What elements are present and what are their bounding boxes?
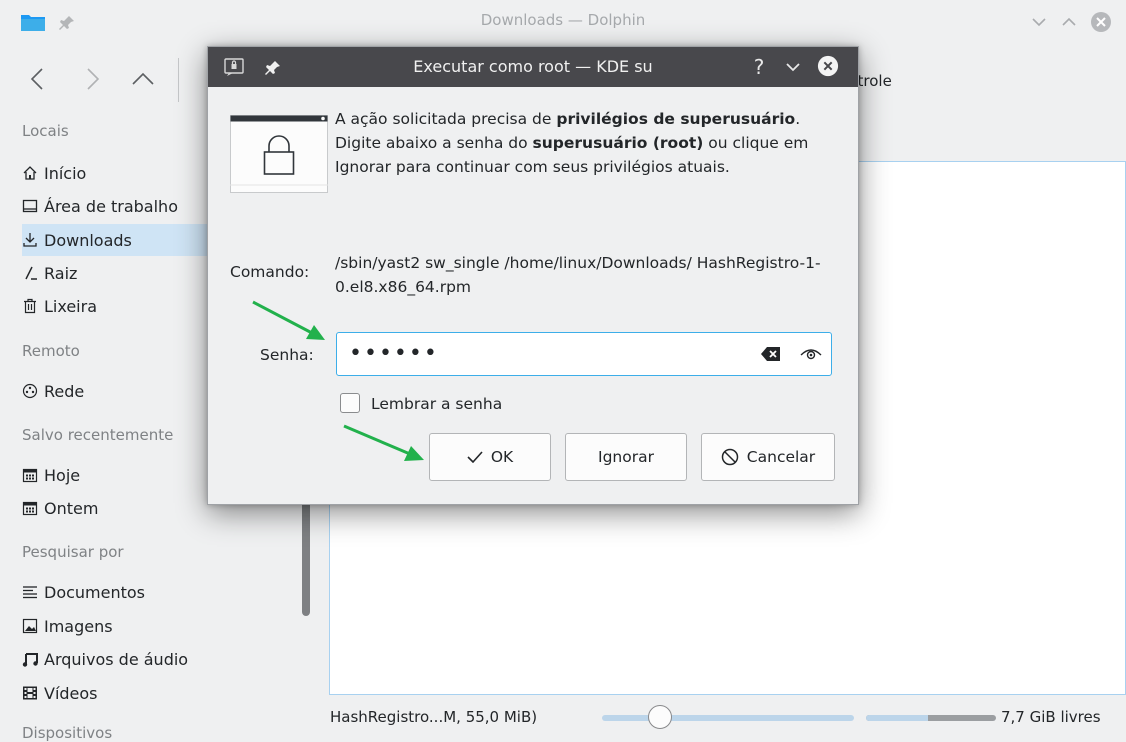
desktop-icon xyxy=(22,198,38,214)
ignore-button[interactable]: Ignorar xyxy=(565,433,687,481)
free-space-bar xyxy=(866,715,996,721)
close-icon[interactable] xyxy=(1090,11,1112,33)
sidebar-item-label: Lixeira xyxy=(44,296,98,316)
sidebar-item-label: Ontem xyxy=(44,498,99,518)
network-icon xyxy=(22,383,38,399)
dialog-titlebar: Executar como root — KDE su ? xyxy=(208,47,858,87)
sidebar-item-1-0[interactable]: Rede xyxy=(22,375,210,407)
sidebar-item-3-2[interactable]: Arquivos de áudio xyxy=(22,643,210,675)
sidebar-section-2: Salvo recentemente xyxy=(22,426,174,444)
message-run: privilégios de superusuário xyxy=(556,110,796,128)
window-titlebar: Downloads — Dolphin xyxy=(0,0,1126,42)
audio-icon xyxy=(22,651,38,667)
sidebar-item-0-0[interactable]: Início xyxy=(22,157,210,189)
sidebar-item-label: Downloads xyxy=(44,230,132,250)
show-password-icon[interactable] xyxy=(800,346,822,362)
message-run: A ação solicitada precisa de xyxy=(335,110,557,128)
video-icon xyxy=(22,685,38,701)
sidebar-item-3-0[interactable]: Documentos xyxy=(22,576,210,608)
ok-button-label: OK xyxy=(490,448,514,466)
sidebar-item-label: Vídeos xyxy=(44,683,98,703)
ok-button[interactable]: OK xyxy=(429,433,551,481)
sidebar-item-0-3[interactable]: Raiz xyxy=(22,257,210,289)
calendar-icon xyxy=(22,500,38,516)
download-icon xyxy=(22,232,38,248)
root-folder-icon xyxy=(22,265,38,281)
cancel-button[interactable]: Cancelar xyxy=(701,433,835,481)
minimize-icon[interactable] xyxy=(1028,11,1050,33)
document-icon xyxy=(22,584,38,600)
command-label: Comando: xyxy=(230,263,310,281)
sidebar-section-3: Pesquisar por xyxy=(22,543,124,561)
sidebar-item-2-1[interactable]: Ontem xyxy=(22,492,210,524)
sidebar-section-1: Remoto xyxy=(22,342,80,360)
dialog-minimize-icon[interactable] xyxy=(782,56,804,78)
status-selection-text: HashRegistro...M, 55,0 MiB) xyxy=(330,708,538,726)
sidebar-item-label: Documentos xyxy=(44,582,146,602)
image-icon xyxy=(22,618,38,634)
password-field[interactable]: •••••• xyxy=(336,332,832,376)
sidebar-item-label: Hoje xyxy=(44,465,81,485)
maximize-icon[interactable] xyxy=(1058,11,1080,33)
help-icon[interactable]: ? xyxy=(748,55,770,79)
sidebar-item-2-0[interactable]: Hoje xyxy=(22,459,210,491)
sidebar-item-label: Imagens xyxy=(44,616,113,636)
sidebar-item-3-3[interactable]: Vídeos xyxy=(22,677,210,709)
home-icon xyxy=(22,165,38,181)
free-space-text: 7,7 GiB livres xyxy=(1001,708,1101,726)
kdesu-dialog: Executar como root — KDE su ? A ação sol… xyxy=(207,46,859,505)
password-label: Senha: xyxy=(260,346,314,364)
sidebar-section-4: Dispositivos xyxy=(22,724,113,742)
back-button[interactable] xyxy=(22,64,52,94)
calendar-icon xyxy=(22,467,38,483)
cancel-button-label: Cancelar xyxy=(746,448,816,466)
command-value: /sbin/yast2 sw_single /home/linux/Downlo… xyxy=(335,254,821,296)
toolbar-separator xyxy=(178,58,179,102)
zoom-slider-handle[interactable] xyxy=(647,705,672,729)
sidebar-item-label: Raiz xyxy=(44,263,78,283)
message-run: superusuário (root) xyxy=(532,134,704,152)
trash-icon xyxy=(22,298,38,314)
zoom-slider[interactable] xyxy=(602,715,854,721)
dialog-close-icon[interactable] xyxy=(817,55,839,77)
sidebar-item-label: Área de trabalho xyxy=(44,196,178,216)
password-value: •••••• xyxy=(349,341,439,366)
sidebar-item-0-1[interactable]: Área de trabalho xyxy=(22,190,210,222)
sidebar-item-label: Início xyxy=(44,163,87,183)
sidebar-item-label: Rede xyxy=(44,381,85,401)
sidebar-item-label: Arquivos de áudio xyxy=(44,649,189,669)
check-icon xyxy=(467,451,483,463)
sidebar-section-0: Locais xyxy=(22,122,69,140)
sidebar-item-3-1[interactable]: Imagens xyxy=(22,610,210,642)
remember-password-label[interactable]: Lembrar a senha xyxy=(371,395,502,413)
dialog-message: A ação solicitada precisa de privilégios… xyxy=(335,107,835,179)
lock-icon xyxy=(230,115,328,193)
clear-text-icon[interactable] xyxy=(761,346,781,362)
sidebar-item-0-4[interactable]: Lixeira xyxy=(22,290,210,322)
cancel-icon xyxy=(721,448,739,466)
ignore-button-label: Ignorar xyxy=(598,448,654,466)
up-button[interactable] xyxy=(128,64,158,94)
window-title: Downloads — Dolphin xyxy=(480,11,646,29)
sidebar-item-0-2[interactable]: Downloads xyxy=(22,224,210,256)
remember-password-checkbox[interactable] xyxy=(340,393,360,413)
forward-button[interactable] xyxy=(78,64,108,94)
